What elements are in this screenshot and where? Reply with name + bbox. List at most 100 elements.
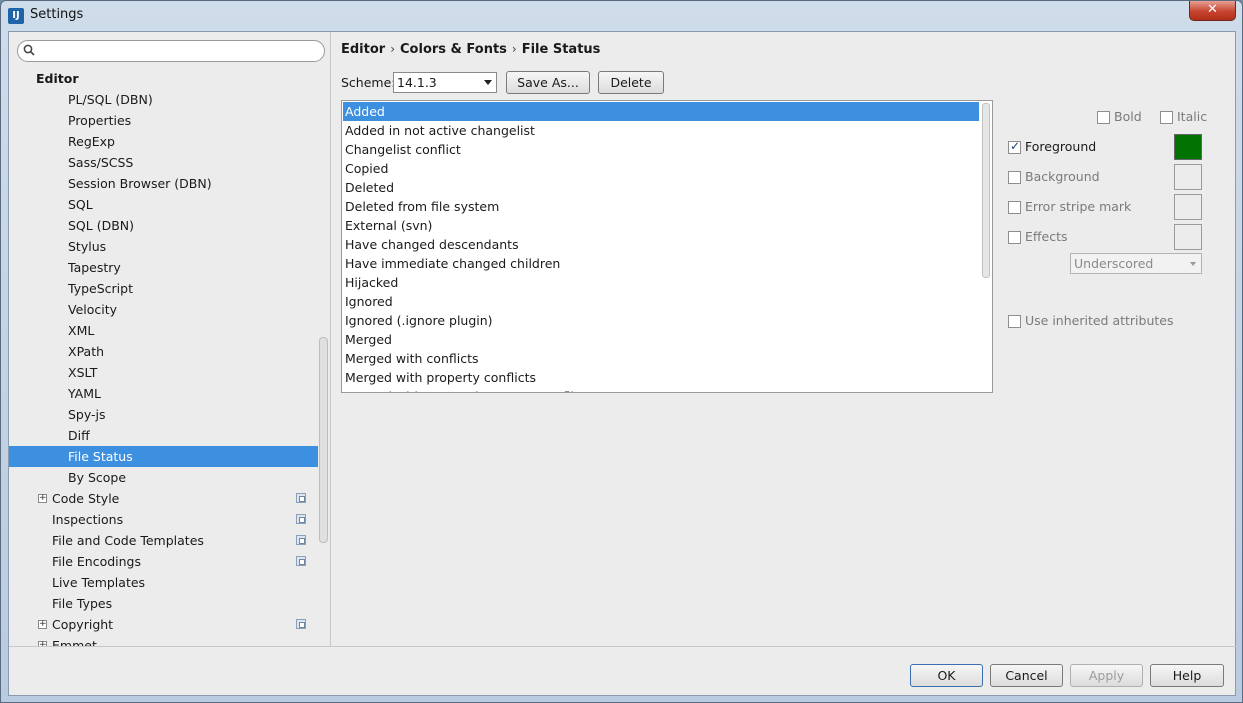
tree-item[interactable]: Velocity [9, 299, 318, 320]
effects-checkbox[interactable] [1008, 231, 1021, 244]
foreground-color-swatch[interactable] [1174, 134, 1202, 160]
title-bar[interactable]: IJ Settings ✕ [1, 1, 1242, 31]
tree-item[interactable]: Tapestry [9, 257, 318, 278]
scheme-select[interactable]: 14.1.3 [393, 72, 497, 93]
tree-item-label: TypeScript [68, 281, 133, 296]
tree-item-label: Live Templates [52, 575, 146, 590]
tree-item[interactable]: Sass/SCSS [9, 152, 318, 173]
tree-item[interactable]: File and Code Templates [9, 530, 318, 551]
breadcrumb-file-status: File Status [521, 42, 601, 57]
tree-item-label: File and Code Templates [52, 533, 204, 548]
tree-item[interactable]: Session Browser (DBN) [9, 173, 318, 194]
effect-type-select[interactable]: Underscored [1070, 253, 1202, 274]
tree-item[interactable]: By Scope [9, 467, 318, 488]
cancel-button[interactable]: Cancel [990, 664, 1063, 687]
tree-item[interactable]: XSLT [9, 362, 318, 383]
dropdown-arrow-icon [484, 80, 492, 85]
status-list-item[interactable]: Changelist conflict [343, 140, 979, 159]
status-list-item[interactable]: Deleted [343, 178, 979, 197]
settings-client: Editor PL/SQL (DBN) Properties RegExp Sass/S… [8, 31, 1237, 696]
close-button[interactable]: ✕ [1189, 1, 1236, 21]
sidebar-scrollbar[interactable] [319, 337, 328, 543]
settings-window: IJ Settings ✕ Editor PL/SQL (DBN) Properti… [0, 0, 1243, 703]
status-list-item[interactable]: Added in not active changelist [343, 121, 979, 140]
tree-item-label: Properties [68, 113, 132, 128]
dropdown-arrow-icon [1190, 262, 1196, 266]
tree-item[interactable]: Diff [9, 425, 318, 446]
project-settings-icon [296, 619, 306, 629]
status-list-item[interactable]: Deleted from file system [343, 197, 979, 216]
delete-button[interactable]: Delete [598, 71, 664, 94]
tree-item[interactable]: + Code Style [9, 488, 318, 509]
status-list-item[interactable]: Hijacked [343, 273, 979, 292]
effect-type-value: Underscored [1074, 256, 1154, 271]
apply-button[interactable]: Apply [1070, 664, 1143, 687]
search-input[interactable] [17, 40, 325, 62]
breadcrumb: Editor › Colors & Fonts › File Status [341, 42, 600, 57]
tree-item[interactable]: + Copyright [9, 614, 318, 635]
tree-item-label: RegExp [68, 134, 115, 149]
expand-plus-icon[interactable]: + [38, 620, 47, 629]
status-list-item[interactable]: Copied [343, 159, 979, 178]
help-button[interactable]: Help [1150, 664, 1224, 687]
tree-item-label: Velocity [68, 302, 118, 317]
tree-item-label: Inspections [52, 512, 124, 527]
tree-item-label: Session Browser (DBN) [68, 176, 212, 191]
tree-item[interactable]: XML [9, 320, 318, 341]
tree-section-label: Editor [36, 71, 79, 86]
status-list-item[interactable]: Merged [343, 330, 979, 349]
tree-item-label: Emmet [52, 638, 97, 646]
error-stripe-label: Error stripe mark [1025, 199, 1132, 214]
error-stripe-color-swatch[interactable] [1174, 194, 1202, 220]
bold-checkbox[interactable] [1097, 111, 1110, 124]
tree-section-editor[interactable]: Editor [9, 68, 318, 89]
status-list-item[interactable]: Added [343, 102, 979, 121]
status-list-item[interactable]: Ignored [343, 292, 979, 311]
tree-item[interactable]: TypeScript [9, 278, 318, 299]
tree-item[interactable]: Properties [9, 110, 318, 131]
tree-item[interactable]: YAML [9, 383, 318, 404]
effects-color-swatch[interactable] [1174, 224, 1202, 250]
breadcrumb-editor: Editor [341, 42, 386, 57]
status-list-item[interactable]: Have immediate changed children [343, 254, 979, 273]
search-icon [23, 44, 35, 56]
background-color-swatch[interactable] [1174, 164, 1202, 190]
tree-item-label: Tapestry [68, 260, 121, 275]
tree-item[interactable]: XPath [9, 341, 318, 362]
tree-item[interactable]: Live Templates [9, 572, 318, 593]
tree-item-label: Copyright [52, 617, 114, 632]
bold-label: Bold [1114, 109, 1142, 124]
status-list-item[interactable]: Merged with conflicts [343, 349, 979, 368]
expand-plus-icon[interactable]: + [38, 494, 47, 503]
foreground-checkbox[interactable] [1008, 139, 1021, 154]
error-stripe-checkbox[interactable] [1008, 201, 1021, 214]
breadcrumb-separator: › [390, 42, 396, 56]
tree-item-label: SQL [68, 197, 93, 212]
tree-item-label: Diff [68, 428, 90, 443]
tree-item[interactable]: File Status [9, 446, 318, 467]
tree-item[interactable]: RegExp [9, 131, 318, 152]
tree-item[interactable]: File Encodings [9, 551, 318, 572]
status-list-item[interactable]: Merged with property conflicts [343, 368, 979, 387]
background-checkbox[interactable] [1008, 171, 1021, 184]
status-list-item[interactable]: Merged with text and property conflicts [343, 387, 979, 392]
project-settings-icon [296, 493, 306, 503]
save-as-button[interactable]: Save As... [506, 71, 590, 94]
status-list-item[interactable]: External (svn) [343, 216, 979, 235]
ok-button[interactable]: OK [910, 664, 983, 687]
tree-item[interactable]: PL/SQL (DBN) [9, 89, 318, 110]
tree-item[interactable]: Stylus [9, 236, 318, 257]
tree-item[interactable]: SQL (DBN) [9, 215, 318, 236]
list-scrollbar[interactable] [982, 103, 990, 278]
status-list-item[interactable]: Ignored (.ignore plugin) [343, 311, 979, 330]
tree-item[interactable]: Spy-js [9, 404, 318, 425]
file-status-panel: Editor › Colors & Fonts › File Status Scheme… [332, 32, 1237, 646]
tree-item[interactable]: Inspections [9, 509, 318, 530]
use-inherited-checkbox[interactable] [1008, 315, 1021, 328]
italic-checkbox[interactable] [1160, 111, 1173, 124]
tree-item[interactable]: SQL [9, 194, 318, 215]
project-settings-icon [296, 556, 306, 566]
tree-item[interactable]: File Types [9, 593, 318, 614]
tree-item[interactable]: + Emmet [9, 635, 318, 646]
status-list-item[interactable]: Have changed descendants [343, 235, 979, 254]
